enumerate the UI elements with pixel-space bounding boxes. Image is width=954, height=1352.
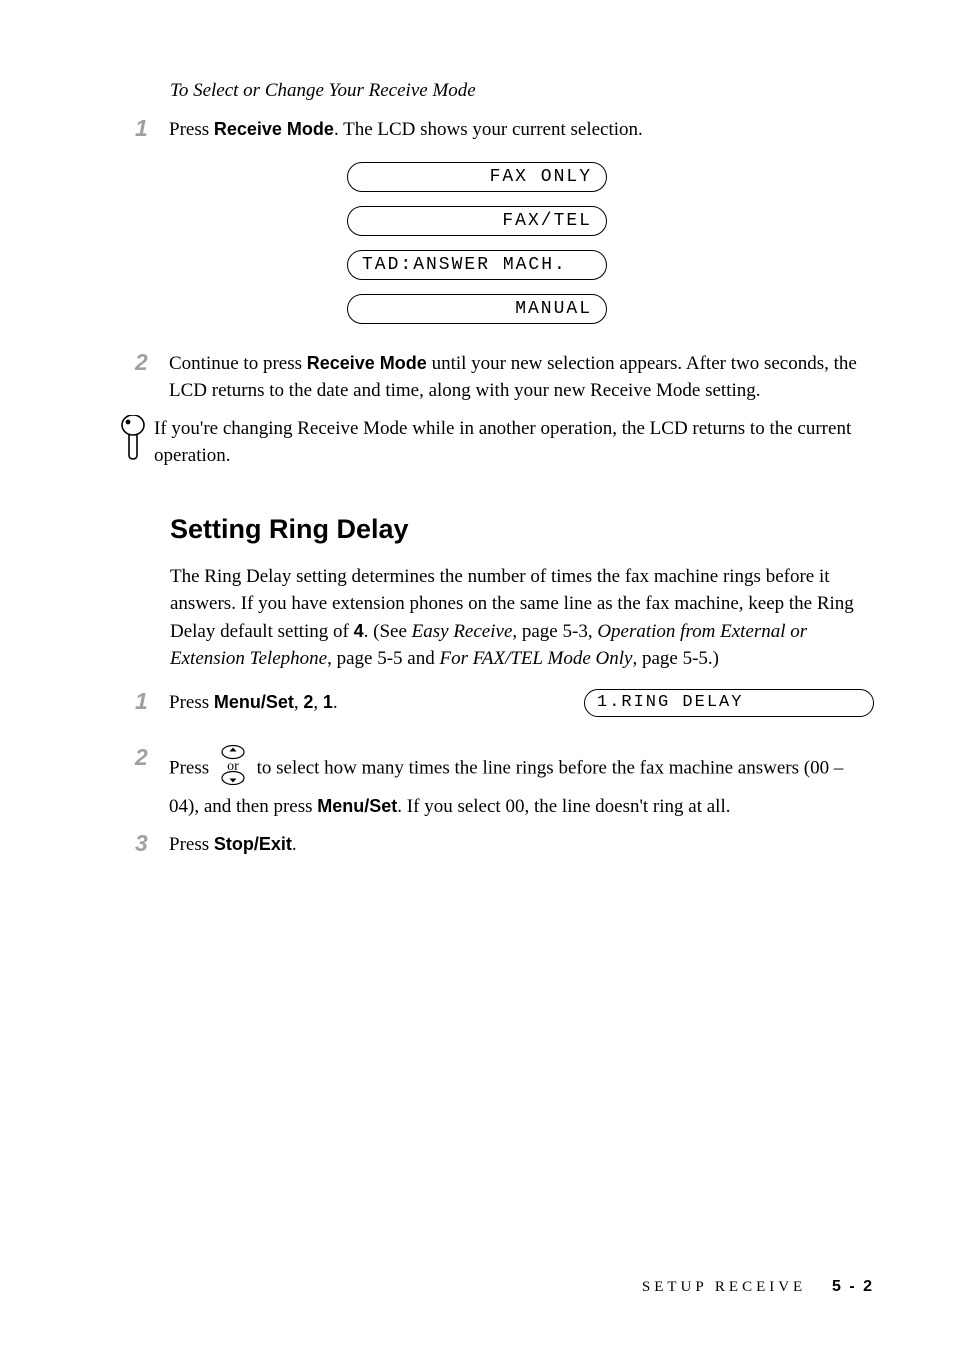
text: , page 5-3, [512, 621, 597, 642]
cite-easy-receive: Easy Receive [412, 621, 513, 642]
key-2: 2 [303, 692, 313, 712]
page-footer: SETUP RECEIVE 5 - 2 [642, 1278, 874, 1296]
text: Continue to press [169, 353, 307, 374]
text: , [313, 692, 323, 713]
note-icon [120, 415, 148, 461]
step-a2: 2 Continue to press Receive Mode until y… [80, 350, 874, 405]
button-ref-menu-set: Menu/Set [214, 692, 294, 712]
step-number: 3 [135, 831, 163, 856]
text: . [292, 834, 297, 855]
footer-section: SETUP RECEIVE [642, 1279, 806, 1295]
step-b1: 1 Press Menu/Set, 2, 1. 1.RING DELAY [80, 689, 874, 717]
note: If you're changing Receive Mode while in… [120, 415, 874, 470]
text: . If you select 00, the line doesn't rin… [397, 796, 730, 817]
lcd-ring-delay: 1.RING DELAY [584, 689, 874, 717]
step-number: 1 [135, 689, 163, 714]
step-b3: 3 Press Stop/Exit. [80, 831, 874, 859]
step-text: Continue to press Receive Mode until you… [169, 350, 874, 405]
text: Press [169, 119, 214, 140]
step-text: Press Receive Mode. The LCD shows your c… [169, 116, 874, 144]
key-1: 1 [323, 692, 333, 712]
step-a1: 1 Press Receive Mode. The LCD shows your… [80, 116, 874, 144]
text: . [333, 692, 338, 713]
step-text: Press Menu/Set, 2, 1. [169, 689, 576, 717]
lcd-options: FAX ONLY FAX/TEL TAD:ANSWER MACH. MANUAL [80, 162, 874, 324]
ring-delay-paragraph: The Ring Delay setting determines the nu… [170, 563, 874, 673]
text: Press [169, 692, 214, 713]
step-text: Press or to select how many times the li… [169, 745, 874, 821]
lcd-fax-only: FAX ONLY [347, 162, 607, 192]
text: Press [169, 834, 214, 855]
subheading: To Select or Change Your Receive Mode [170, 80, 874, 102]
step-number: 2 [135, 745, 163, 770]
note-text: If you're changing Receive Mode while in… [154, 415, 874, 470]
text: Press [169, 758, 214, 779]
section-heading: Setting Ring Delay [170, 514, 874, 545]
step-number: 1 [135, 116, 163, 141]
text: , page 5-5 and [327, 648, 439, 669]
button-ref-stop-exit: Stop/Exit [214, 834, 292, 854]
value-4: 4 [354, 621, 364, 641]
text: , page 5-5.) [632, 648, 719, 669]
text: , [294, 692, 304, 713]
step-text: Press Stop/Exit. [169, 831, 874, 859]
step-number: 2 [135, 350, 163, 375]
text: . (See [364, 621, 412, 642]
button-ref-receive-mode: Receive Mode [214, 119, 334, 139]
cite-faxtel-mode: For FAX/TEL Mode Only [439, 648, 632, 669]
lcd-manual: MANUAL [347, 294, 607, 324]
lcd-tad: TAD:ANSWER MACH. [347, 250, 607, 280]
lcd-fax-tel: FAX/TEL [347, 206, 607, 236]
step-b2: 2 Press or to select how many times the … [80, 745, 874, 821]
text: . The LCD shows your current selection. [334, 119, 643, 140]
button-ref-menu-set: Menu/Set [317, 796, 397, 816]
up-down-arrow-icon: or [218, 745, 248, 794]
button-ref-receive-mode: Receive Mode [307, 353, 427, 373]
footer-page-number: 5 - 2 [832, 1278, 874, 1295]
